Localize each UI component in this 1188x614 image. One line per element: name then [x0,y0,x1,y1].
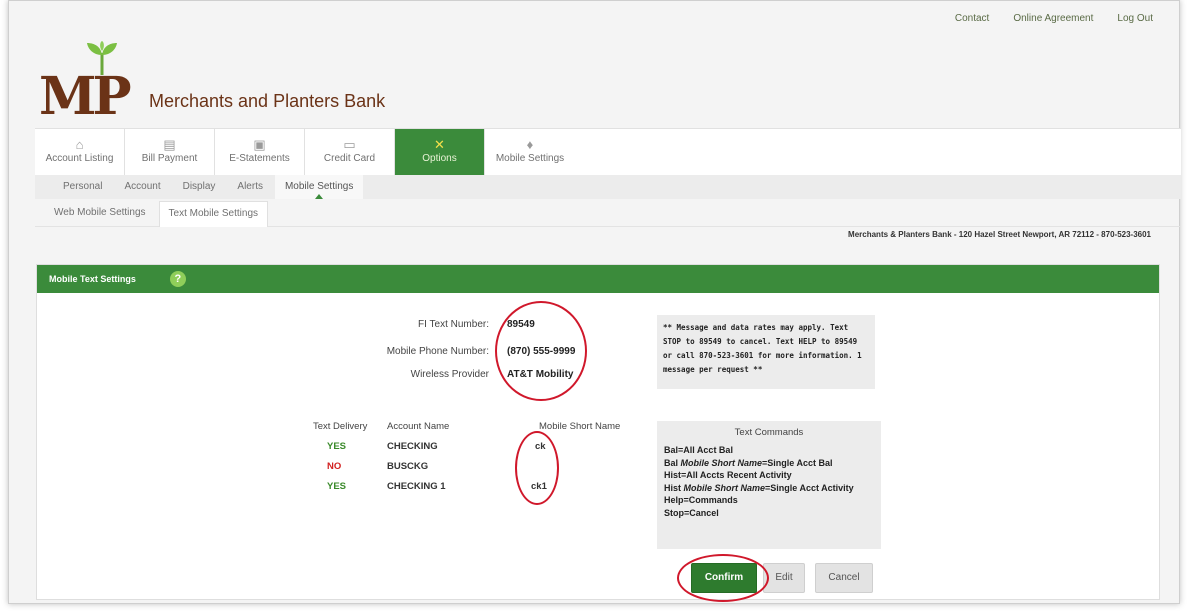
delivery-toggle[interactable]: NO [327,461,341,472]
edit-button[interactable]: Edit [763,563,805,593]
logo-letters: MP [39,66,132,127]
subtab-display[interactable]: Display [173,175,226,199]
top-links: Contact Online Agreement Log Out [955,13,1153,24]
bank-address: Merchants & Planters Bank - 120 Hazel St… [848,230,1151,239]
delivery-toggle[interactable]: YES [327,481,346,492]
bank-name: Merchants and Planters Bank [149,91,386,111]
highlight-circle [495,301,587,401]
tab-mobile-settings[interactable]: ♦ Mobile Settings [485,129,575,176]
tab-bill-payment[interactable]: ▤ Bill Payment [125,129,215,176]
tab-label: Credit Card [323,153,376,164]
bill-icon: ▤ [163,137,176,152]
subtab-account[interactable]: Account [114,175,170,199]
tab-account-listing[interactable]: ⌂ Account Listing [35,129,125,176]
tab-e-statements[interactable]: ▣ E-Statements [215,129,305,176]
th-account-name: Account Name [387,421,450,432]
tab-label: Options [422,153,457,164]
credit-card-icon: ▭ [343,137,356,152]
logout-link[interactable]: Log Out [1117,13,1153,24]
th-mobile-short-name: Mobile Short Name [539,421,621,432]
fi-text-label: FI Text Number: [418,319,489,330]
tab-label: Account Listing [45,153,114,164]
subtab-mobile-settings[interactable]: Mobile Settings [274,175,364,199]
command-line: Stop=Cancel [664,507,719,518]
th-text-delivery: Text Delivery [313,421,368,432]
delivery-toggle[interactable]: YES [327,441,346,452]
command-line: Hist Mobile Short Name=Single Acct Activ… [664,482,854,493]
panel-header: Mobile Text Settings ? [37,265,1159,293]
tab-text-mobile-settings[interactable]: Text Mobile Settings [158,201,269,227]
panel-title: Mobile Text Settings [49,274,136,284]
highlight-circle [677,554,769,602]
tab-credit-card[interactable]: ▭ Credit Card [305,129,395,176]
settings-tabs: Web Mobile Settings Text Mobile Settings [35,201,1181,227]
tools-icon: ✕ [434,137,445,152]
home-icon: ⌂ [75,137,84,152]
tab-label: Mobile Settings [495,153,565,164]
tab-options[interactable]: ✕ Options [395,129,485,176]
subtab-personal[interactable]: Personal [53,175,112,199]
main-nav: ⌂ Account Listing ▤ Bill Payment ▣ E-Sta… [35,128,1181,176]
rates-notice: ** Message and data rates may apply. Tex… [657,315,875,389]
tab-web-mobile-settings[interactable]: Web Mobile Settings [45,201,155,227]
briefcase-icon: ▣ [253,137,266,152]
command-line: Hist=All Accts Recent Activity [664,470,792,480]
tab-label: Bill Payment [141,153,198,164]
tab-label: E-Statements [229,153,290,164]
phone-label: Mobile Phone Number: [386,346,489,357]
online-agreement-link[interactable]: Online Agreement [1013,13,1093,24]
commands-title: Text Commands [734,427,804,438]
contact-link[interactable]: Contact [955,13,989,24]
command-line: Bal Mobile Short Name=Single Acct Bal [664,457,833,468]
mobile-text-settings-panel: Mobile Text Settings ? FI Text Number: 8… [36,264,1160,602]
account-name: CHECKING [387,441,438,452]
lightbulb-icon: ♦ [526,137,534,152]
command-line: Bal=All Acct Bal [664,445,733,455]
account-name: BUSCKG [387,461,429,472]
sub-nav: Personal Account Display Alerts Mobile S… [35,175,1181,199]
help-icon[interactable]: ? [169,271,186,287]
command-line: Help=Commands [664,495,738,505]
text-commands-box: Text Commands Bal=All Acct Bal Bal Mobil… [657,421,881,549]
provider-label: Wireless Provider [410,369,489,380]
account-name: CHECKING 1 [387,481,446,492]
highlight-circle [515,431,559,505]
subtab-alerts[interactable]: Alerts [227,175,273,199]
cancel-button[interactable]: Cancel [815,563,873,593]
